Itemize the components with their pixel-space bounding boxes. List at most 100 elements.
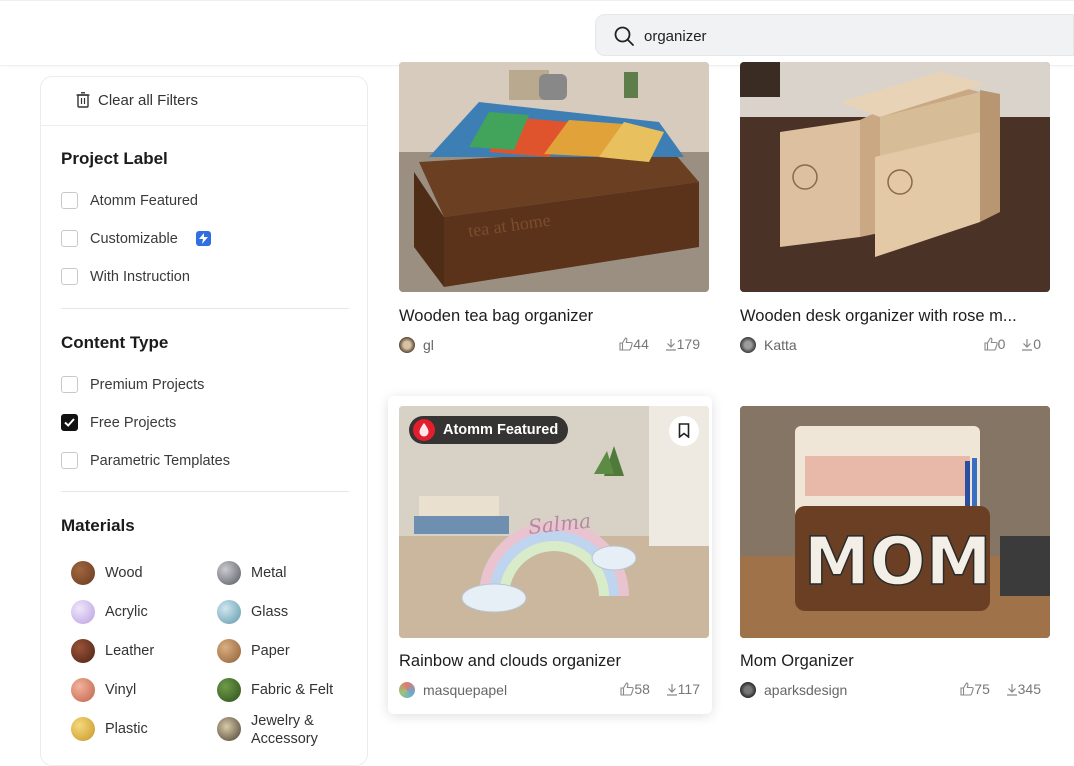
card-title[interactable]: Wooden desk organizer with rose m... xyxy=(740,307,1017,326)
paper-swatch-icon xyxy=(217,639,241,663)
project-thumbnail[interactable]: MOM xyxy=(740,406,1050,638)
clear-all-filters-button[interactable]: Clear all Filters xyxy=(41,77,367,126)
filter-with-instruction[interactable]: With Instruction xyxy=(61,267,341,289)
material-label-line2: Accessory xyxy=(251,731,318,747)
material-jewelry-accessory[interactable]: Jewelry & Accessory xyxy=(217,713,357,747)
downloads-count: 345 xyxy=(1017,681,1041,698)
material-label: Glass xyxy=(251,604,289,620)
checkbox[interactable] xyxy=(61,452,78,469)
checkbox[interactable] xyxy=(61,268,78,285)
download-icon xyxy=(666,683,677,696)
thumbs-up-icon xyxy=(960,682,974,696)
likes-count: 75 xyxy=(974,681,990,698)
wood-swatch-icon xyxy=(71,561,95,585)
filter-customizable[interactable]: Customizable xyxy=(61,229,341,251)
material-label: Plastic xyxy=(105,721,148,737)
material-metal[interactable]: Metal xyxy=(217,561,357,587)
filter-premium-projects[interactable]: Premium Projects xyxy=(61,375,341,397)
material-glass[interactable]: Glass xyxy=(217,600,357,626)
project-thumbnail[interactable]: Salma Atomm Featured xyxy=(399,406,709,638)
card-stats: 75 345 xyxy=(960,680,1041,700)
content-type-heading: Content Type xyxy=(61,333,169,352)
card-author[interactable]: gl xyxy=(399,335,599,355)
card-author[interactable]: aparksdesign xyxy=(740,680,940,700)
download-icon xyxy=(1006,683,1017,696)
checkbox[interactable] xyxy=(61,230,78,247)
material-paper[interactable]: Paper xyxy=(217,639,357,665)
card-stats: 0 0 xyxy=(984,335,1041,355)
desk-organizer-image xyxy=(740,62,1050,292)
project-card[interactable]: MOM Mom Organizer aparksdesign 75 345 xyxy=(729,396,1053,714)
filter-label: Premium Projects xyxy=(90,377,205,393)
material-vinyl[interactable]: Vinyl xyxy=(71,678,211,704)
project-card[interactable]: Wooden desk organizer with rose m... Kat… xyxy=(729,62,1053,380)
download-icon xyxy=(665,338,676,351)
downloads-count: 117 xyxy=(677,681,700,698)
author-name: Katta xyxy=(764,337,797,353)
material-wood[interactable]: Wood xyxy=(71,561,211,587)
search-box[interactable] xyxy=(595,14,1074,56)
plastic-swatch-icon xyxy=(71,717,95,741)
avatar xyxy=(399,682,415,698)
filter-label: With Instruction xyxy=(90,269,190,285)
leather-swatch-icon xyxy=(71,639,95,663)
svg-text:MOM: MOM xyxy=(804,523,991,600)
vinyl-swatch-icon xyxy=(71,678,95,702)
downloads-count: 179 xyxy=(676,336,700,353)
filter-label: Atomm Featured xyxy=(90,193,198,209)
checkmark-icon xyxy=(64,418,75,427)
acrylic-swatch-icon xyxy=(71,600,95,624)
atomm-logo-icon xyxy=(413,419,435,441)
filter-free-projects[interactable]: Free Projects xyxy=(61,413,341,435)
project-card[interactable]: tea at home Wooden tea bag organizer gl … xyxy=(388,62,712,380)
materials-heading: Materials xyxy=(61,516,135,535)
featured-label: Atomm Featured xyxy=(443,422,559,438)
filter-parametric-templates[interactable]: Parametric Templates xyxy=(61,451,341,473)
lightning-badge-icon xyxy=(196,231,211,246)
checkbox[interactable] xyxy=(61,192,78,209)
thumbs-up-icon xyxy=(984,337,998,351)
material-label: Metal xyxy=(251,565,287,581)
mom-organizer-image: MOM xyxy=(740,406,1050,638)
bookmark-button[interactable] xyxy=(669,416,699,446)
downloads-count: 0 xyxy=(1033,336,1041,353)
card-title[interactable]: Wooden tea bag organizer xyxy=(399,307,593,326)
search-input[interactable] xyxy=(642,24,1046,48)
top-bar xyxy=(0,0,1074,66)
filter-label: Parametric Templates xyxy=(90,453,230,469)
project-thumbnail[interactable] xyxy=(740,62,1050,292)
author-name: masquepapel xyxy=(423,682,508,698)
material-plastic[interactable]: Plastic xyxy=(71,717,211,743)
project-card[interactable]: Salma Atomm Featured Rainbow and clouds … xyxy=(388,396,712,714)
avatar xyxy=(740,337,756,353)
likes-count: 44 xyxy=(633,336,649,353)
card-author[interactable]: masquepapel xyxy=(399,680,599,700)
card-author[interactable]: Katta xyxy=(740,335,940,355)
tea-box-image: tea at home xyxy=(399,62,709,292)
project-thumbnail[interactable]: tea at home xyxy=(399,62,709,292)
material-label: Fabric & Felt xyxy=(251,682,334,698)
divider xyxy=(61,491,349,492)
filter-atomm-featured[interactable]: Atomm Featured xyxy=(61,191,341,213)
material-leather[interactable]: Leather xyxy=(71,639,211,665)
featured-badge: Atomm Featured xyxy=(409,416,569,444)
material-label-line1: Jewelry & xyxy=(251,713,314,729)
material-label: Paper xyxy=(251,643,290,659)
card-title[interactable]: Mom Organizer xyxy=(740,652,854,671)
material-fabric-felt[interactable]: Fabric & Felt xyxy=(217,678,357,704)
material-acrylic[interactable]: Acrylic xyxy=(71,600,211,626)
checkbox[interactable] xyxy=(61,376,78,393)
card-title[interactable]: Rainbow and clouds organizer xyxy=(399,652,621,671)
card-stats: 58 117 xyxy=(620,680,700,700)
metal-swatch-icon xyxy=(217,561,241,585)
material-label: Vinyl xyxy=(105,682,137,698)
filter-label: Customizable xyxy=(90,231,178,247)
trash-icon xyxy=(76,92,90,108)
bookmark-icon xyxy=(678,423,690,438)
filter-label: Free Projects xyxy=(90,415,177,431)
fabric-swatch-icon xyxy=(217,678,241,702)
material-label: Wood xyxy=(105,565,143,581)
checkbox-checked[interactable] xyxy=(61,414,78,431)
clear-all-filters-label: Clear all Filters xyxy=(98,92,199,109)
project-label-heading: Project Label xyxy=(61,149,168,168)
